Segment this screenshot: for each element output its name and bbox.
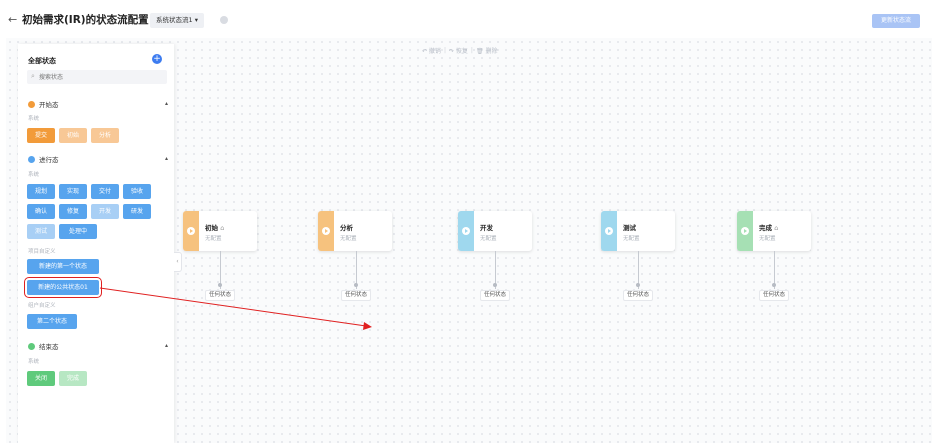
flow-select[interactable]: 系统状态流1 ▾ <box>150 13 204 28</box>
search-input[interactable] <box>27 70 167 84</box>
group-sub-label: 系统 <box>28 116 40 122</box>
state-chip[interactable]: 初始 <box>59 128 87 143</box>
node-sub: 无配置 <box>340 236 357 242</box>
end-state-icon <box>28 342 35 350</box>
connector-handle[interactable] <box>636 283 640 287</box>
state-chip[interactable]: 修复 <box>59 204 87 219</box>
delete-button[interactable]: 🗑 删除 <box>476 46 498 55</box>
node-color-bar <box>737 211 753 251</box>
state-node[interactable]: 初始 ⌂ 无配置 <box>183 211 257 251</box>
node-name: 开发 <box>480 224 493 232</box>
collapse-icon[interactable]: ▴ <box>165 155 168 162</box>
play-icon <box>605 227 613 235</box>
group-end[interactable]: 结束态 ▴ <box>28 341 168 351</box>
state-chip[interactable]: 验收 <box>123 184 151 199</box>
add-state-icon[interactable]: + <box>152 54 162 64</box>
state-chip[interactable]: 提交 <box>27 128 55 143</box>
state-chip[interactable]: 交付 <box>91 184 119 199</box>
info-icon[interactable] <box>220 16 228 24</box>
header: ← 初始需求(IR)的状态流配置 系统状态流1 ▾ 更新状态流 <box>0 0 932 38</box>
org-custom-label: 组户自定义 <box>28 303 56 309</box>
node-sub: 无配置 <box>205 236 222 242</box>
node-sub: 无配置 <box>623 236 640 242</box>
node-name: 完成 ⌂ <box>759 224 779 232</box>
project-custom-label: 项目自定义 <box>28 249 56 255</box>
connector-handle[interactable] <box>354 283 358 287</box>
collapse-sidebar-icon[interactable]: ‹ <box>174 252 182 272</box>
page-title: 初始需求(IR)的状态流配置 <box>22 14 149 26</box>
node-sub: 无配置 <box>759 236 776 242</box>
state-node[interactable]: 分析 无配置 <box>318 211 392 251</box>
flow-select-label: 系统状态流1 <box>156 16 193 24</box>
any-state-tag[interactable]: 任何状态 <box>623 290 654 301</box>
any-state-tag[interactable]: 任何状态 <box>480 290 511 301</box>
state-node[interactable]: 完成 ⌂ 无配置 <box>737 211 811 251</box>
connector-handle[interactable] <box>218 283 222 287</box>
group-sub-label: 系统 <box>28 359 40 365</box>
node-name: 测试 <box>623 224 636 232</box>
group-label: 结束态 <box>39 343 59 351</box>
connector-handle[interactable] <box>772 283 776 287</box>
state-chip[interactable]: 新建的第一个状态 <box>27 259 99 274</box>
play-icon <box>462 227 470 235</box>
state-sidebar: 全部状态 + ⌕ 开始态 ▴ 系统 提交 初始 分析 进行态 ▴ 系统 规划 实… <box>18 44 174 443</box>
start-state-icon <box>28 100 35 108</box>
group-label: 进行态 <box>39 156 59 164</box>
play-icon <box>322 227 330 235</box>
search-icon: ⌕ <box>31 72 35 80</box>
home-icon: ⌂ <box>220 224 225 232</box>
node-color-bar <box>601 211 617 251</box>
toolbar-divider: | <box>470 46 473 54</box>
state-node[interactable]: 开发 无配置 <box>458 211 532 251</box>
redo-button[interactable]: ↷ 恢复 <box>449 46 468 55</box>
node-name: 初始 ⌂ <box>205 224 225 232</box>
node-sub: 无配置 <box>480 236 497 242</box>
state-chip[interactable]: 规划 <box>27 184 55 199</box>
state-chip-highlighted[interactable]: 新建的公共状态01 <box>24 277 102 298</box>
canvas-toolbar: ↶ 撤销 | ↷ 恢复 | 🗑 删除 <box>422 44 497 56</box>
home-icon: ⌂ <box>774 224 779 232</box>
group-sub-label: 系统 <box>28 172 40 178</box>
connector-handle[interactable] <box>493 283 497 287</box>
collapse-icon[interactable]: ▴ <box>165 342 168 349</box>
node-color-bar <box>318 211 334 251</box>
state-node[interactable]: 测试 无配置 <box>601 211 675 251</box>
state-chip[interactable]: 处理中 <box>59 224 97 239</box>
group-label: 开始态 <box>39 101 59 109</box>
node-color-bar <box>183 211 199 251</box>
any-state-tag[interactable]: 任何状态 <box>759 290 790 301</box>
sidebar-title: 全部状态 <box>28 57 56 65</box>
state-chip[interactable]: 测试 <box>27 224 55 239</box>
state-chip[interactable]: 开发 <box>91 204 119 219</box>
state-chip[interactable]: 实现 <box>59 184 87 199</box>
in-progress-state-icon <box>28 155 35 163</box>
any-state-tag[interactable]: 任何状态 <box>341 290 372 301</box>
state-chip[interactable]: 关闭 <box>27 371 55 386</box>
group-in-progress[interactable]: 进行态 ▴ <box>28 154 168 164</box>
node-color-bar <box>458 211 474 251</box>
state-chip[interactable]: 第二个状态 <box>27 314 77 329</box>
play-icon <box>187 227 195 235</box>
state-chip[interactable]: 确认 <box>27 204 55 219</box>
state-chip[interactable]: 研发 <box>123 204 151 219</box>
play-icon <box>741 227 749 235</box>
back-icon[interactable]: ← <box>8 13 17 26</box>
state-chip[interactable]: 完成 <box>59 371 87 386</box>
state-chip[interactable]: 分析 <box>91 128 119 143</box>
any-state-tag[interactable]: 任何状态 <box>205 290 236 301</box>
undo-button[interactable]: ↶ 撤销 <box>422 46 441 55</box>
collapse-icon[interactable]: ▴ <box>165 100 168 107</box>
node-name: 分析 <box>340 224 353 232</box>
toolbar-divider: | <box>443 46 446 54</box>
update-flow-button[interactable]: 更新状态流 <box>872 14 920 28</box>
group-start[interactable]: 开始态 ▴ <box>28 99 168 109</box>
